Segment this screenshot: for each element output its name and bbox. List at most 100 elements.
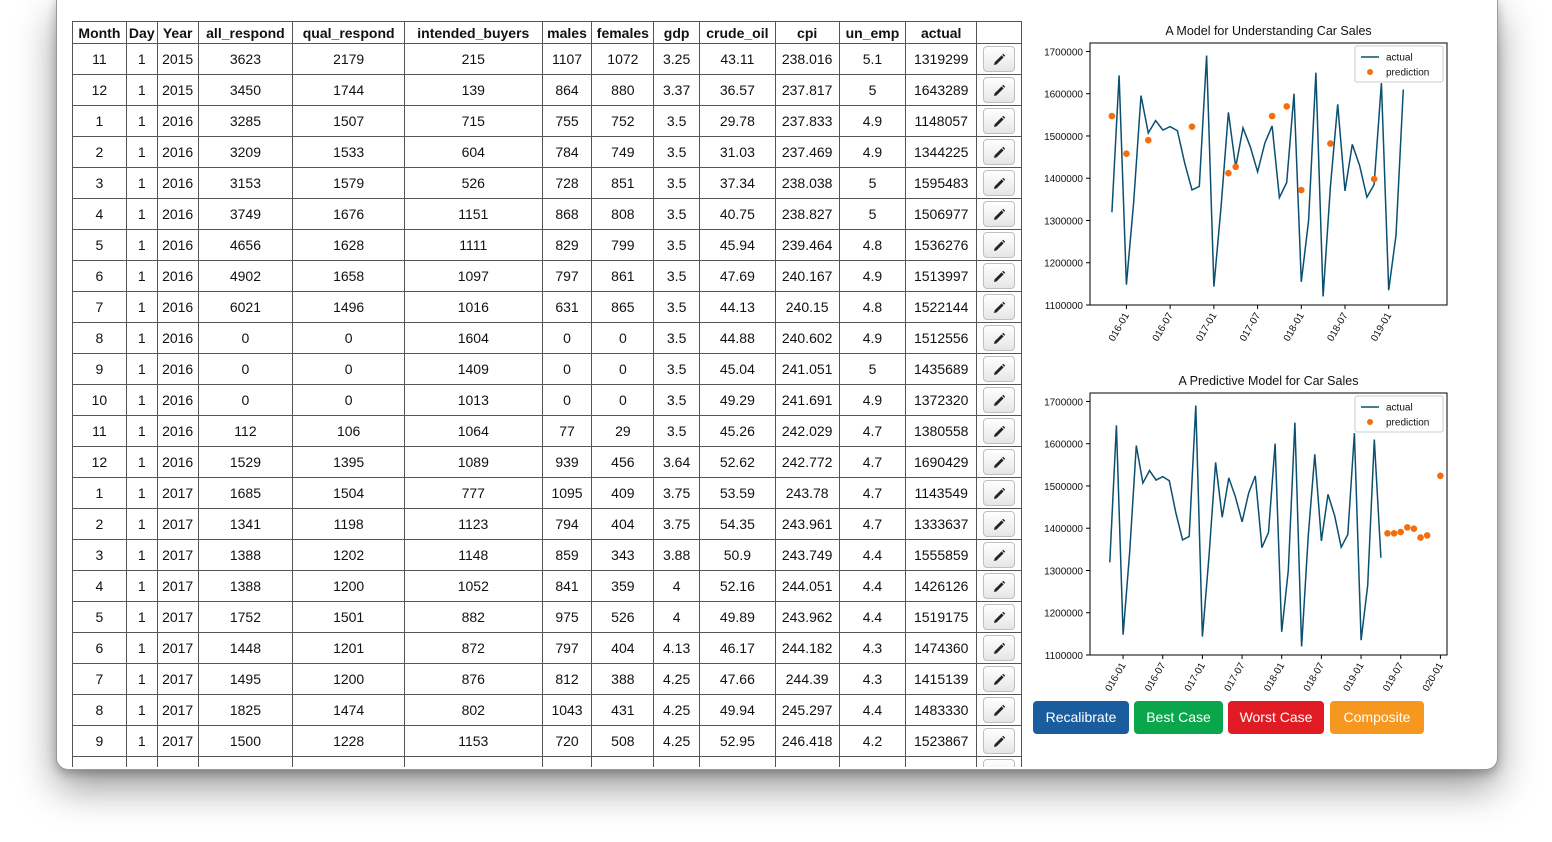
- x-tick-label: 016-01: [1104, 661, 1129, 694]
- edit-row-button[interactable]: [983, 728, 1016, 754]
- edit-row-button[interactable]: [983, 387, 1016, 413]
- edit-row-button[interactable]: [983, 263, 1016, 289]
- edit-row-button[interactable]: [983, 573, 1016, 599]
- y-tick-label: 1600000: [1044, 440, 1083, 451]
- chart-model-svg: A Model for Understanding Car Sales 11000…: [1044, 24, 1448, 343]
- y-tick-label: 1500000: [1044, 132, 1083, 143]
- column-header-cpi[interactable]: cpi: [774, 21, 840, 44]
- edit-row-button[interactable]: [983, 139, 1016, 165]
- cell-year: 2017: [156, 725, 199, 757]
- pencil-icon: [992, 423, 1006, 439]
- series-point-prediction: [1370, 175, 1378, 183]
- series-point-prediction: [1108, 112, 1116, 120]
- column-header-qual-respond[interactable]: qual_respond: [292, 21, 405, 44]
- cell-all-respond: 6021: [197, 291, 294, 323]
- cell-day: 1: [125, 105, 158, 137]
- column-header-year[interactable]: Year: [156, 21, 199, 44]
- cell-females: 0: [591, 384, 655, 416]
- column-header-intended-buyers[interactable]: intended_buyers: [404, 21, 543, 44]
- cell-males: 859: [541, 539, 593, 571]
- cell-actual: 1354075: [905, 756, 978, 767]
- cell-un-emp: 4.9: [838, 322, 907, 354]
- cell-females: 431: [591, 694, 655, 726]
- composite-button[interactable]: Composite: [1330, 701, 1424, 734]
- column-header-all-respond[interactable]: all_respond: [197, 21, 294, 44]
- edit-row-button[interactable]: [983, 356, 1016, 382]
- edit-row-button[interactable]: [983, 635, 1016, 661]
- edit-row-button[interactable]: [983, 46, 1016, 72]
- edit-cell: [976, 415, 1022, 447]
- cell-actual: 1513997: [905, 260, 978, 292]
- cell-qual-respond: 1496: [292, 291, 405, 323]
- edit-row-button[interactable]: [983, 77, 1016, 103]
- cell-males: 829: [541, 229, 593, 261]
- edit-row-button[interactable]: [983, 666, 1016, 692]
- table-row: 8 1 2017 1825 1474 802 1043 431 4.25 49.94 245.297…: [72, 694, 1022, 726]
- edit-row-button[interactable]: [983, 542, 1016, 568]
- cell-actual: 1519175: [905, 601, 978, 633]
- column-header-crude-oil[interactable]: crude_oil: [698, 21, 776, 44]
- edit-row-button[interactable]: [983, 108, 1016, 134]
- cell-intended-buyers: 882: [404, 601, 543, 633]
- cell-qual-respond: 1533: [292, 136, 405, 168]
- column-header-edit: [976, 21, 1022, 44]
- edit-row-button[interactable]: [983, 697, 1016, 723]
- cell-qual-respond: 1501: [292, 601, 405, 633]
- cell-all-respond: 3153: [197, 167, 294, 199]
- recalibrate-button[interactable]: Recalibrate: [1033, 701, 1129, 734]
- pencil-icon: [992, 237, 1006, 253]
- table-row: 12 1 2015 3450 1744 139 864 880 3.37 36.57 237.817…: [72, 74, 1022, 106]
- edit-row-button[interactable]: [983, 604, 1016, 630]
- edit-row-button[interactable]: [983, 232, 1016, 258]
- cell-females: 456: [591, 446, 655, 478]
- cell-females: 1072: [591, 43, 655, 75]
- cell-un-emp: 4.3: [838, 663, 907, 695]
- cell-intended-buyers: 872: [404, 632, 543, 664]
- column-header-un-emp[interactable]: un_emp: [838, 21, 907, 44]
- column-header-gdp[interactable]: gdp: [653, 21, 700, 44]
- pencil-icon: [992, 609, 1006, 625]
- cell-cpi: 246.587: [774, 756, 840, 767]
- series-point-prediction: [1417, 534, 1424, 541]
- cell-gdp: 3.5: [653, 229, 700, 261]
- edit-row-button[interactable]: [983, 170, 1016, 196]
- worst-case-button[interactable]: Worst Case: [1228, 701, 1324, 734]
- series-point-prediction: [1144, 136, 1152, 144]
- column-header-males[interactable]: males: [541, 21, 593, 44]
- cell-month: 12: [72, 446, 127, 478]
- edit-row-button[interactable]: [983, 480, 1016, 506]
- table-row: 2 1 2016 3209 1533 604 784 749 3.5 31.03 237.469 4.…: [72, 136, 1022, 168]
- data-table-container[interactable]: Month Day Year all_respond qual_respond inten…: [72, 21, 1022, 767]
- series-point-prediction: [1268, 112, 1276, 120]
- cell-month: 10: [72, 756, 127, 767]
- edit-row-button[interactable]: [983, 294, 1016, 320]
- edit-row-button[interactable]: [983, 201, 1016, 227]
- cell-gdp: 4.25: [653, 725, 700, 757]
- column-header-females[interactable]: females: [591, 21, 655, 44]
- edit-row-button[interactable]: [983, 759, 1016, 767]
- cell-gdp: 3.5: [653, 353, 700, 385]
- best-case-button[interactable]: Best Case: [1134, 701, 1223, 734]
- cell-cpi: 239.464: [774, 229, 840, 261]
- edit-row-button[interactable]: [983, 325, 1016, 351]
- cell-all-respond: 0: [197, 322, 294, 354]
- cell-intended-buyers: 1089: [404, 446, 543, 478]
- column-header-month[interactable]: Month: [72, 21, 127, 44]
- x-tick-label: 019-07: [1381, 661, 1406, 694]
- table-row: 9 1 2017 1500 1228 1153 720 508 4.25 52.95 246.418…: [72, 725, 1022, 757]
- table-row: 7 1 2017 1495 1200 876 812 388 4.25 47.66 244.39 4.…: [72, 663, 1022, 695]
- cell-qual-respond: 1200: [292, 570, 405, 602]
- cell-males: 784: [541, 136, 593, 168]
- column-header-actual[interactable]: actual: [905, 21, 978, 44]
- cell-un-emp: 4.2: [838, 725, 907, 757]
- edit-row-button[interactable]: [983, 511, 1016, 537]
- column-header-day[interactable]: Day: [125, 21, 158, 44]
- edit-cell: [976, 570, 1022, 602]
- cell-gdp: 3.5: [653, 198, 700, 230]
- cell-intended-buyers: 139: [404, 74, 543, 106]
- cell-year: 2017: [156, 508, 199, 540]
- edit-row-button[interactable]: [983, 449, 1016, 475]
- cell-crude-oil: 54.03: [698, 756, 776, 767]
- cell-day: 1: [125, 43, 158, 75]
- edit-row-button[interactable]: [983, 418, 1016, 444]
